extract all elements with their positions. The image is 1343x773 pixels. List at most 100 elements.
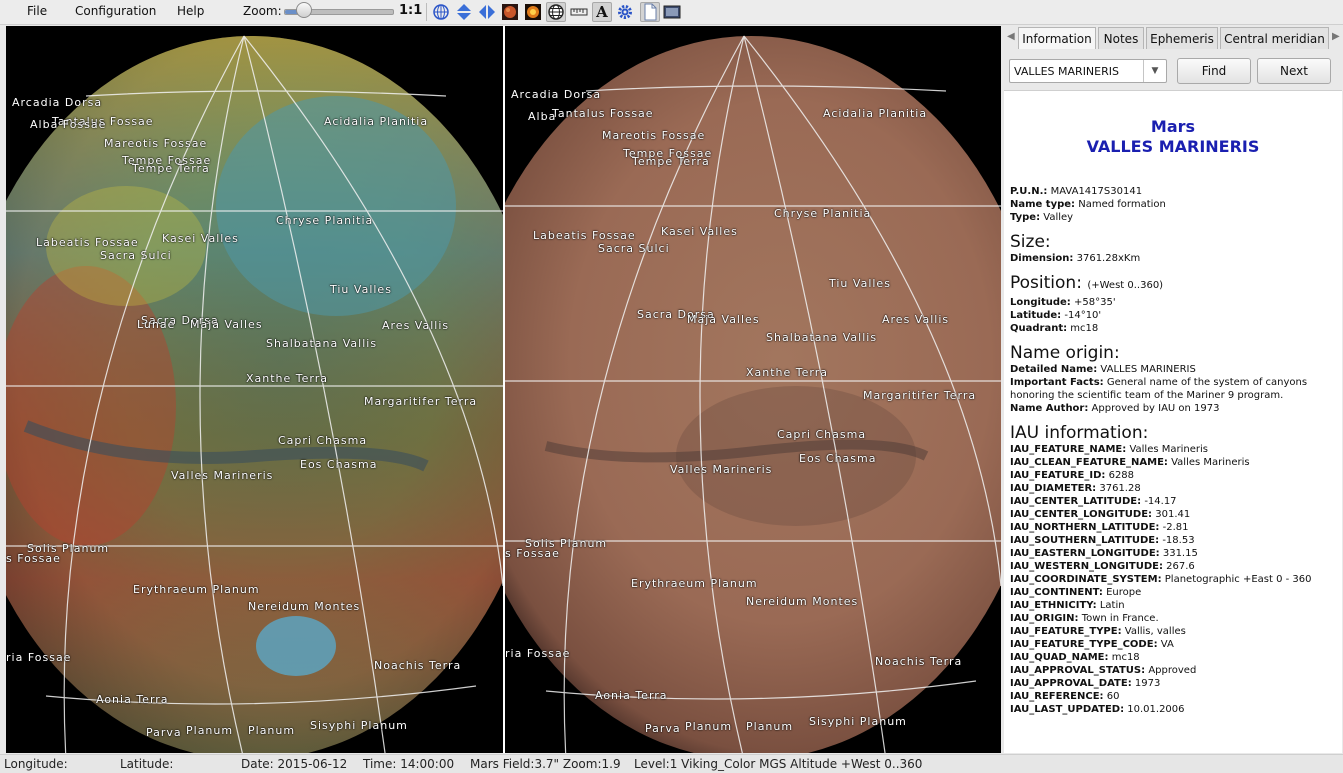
globe-label[interactable]: Aonia Terra	[595, 689, 668, 702]
mars-texture-icon[interactable]	[500, 2, 520, 22]
globe-label[interactable]: Chryse Planitia	[276, 214, 373, 227]
globe-label[interactable]: Chryse Planitia	[774, 207, 871, 220]
find-button[interactable]: Find	[1177, 58, 1251, 84]
globe-label[interactable]: Planum	[248, 724, 295, 737]
globe-label[interactable]: Parva	[146, 726, 182, 739]
globe-label[interactable]: Tempe Terra	[632, 155, 710, 168]
globe-label[interactable]: Mareotis Fossae	[104, 137, 207, 150]
iau-key: IAU_FEATURE_NAME:	[1010, 444, 1127, 455]
globe-label[interactable]: Ares Vallis	[882, 313, 949, 326]
globe-label[interactable]: Planum	[685, 720, 732, 733]
iau-key: IAU_LAST_UPDATED:	[1010, 704, 1125, 715]
iau-row: IAU_REFERENCE: 60	[1010, 690, 1336, 703]
globe-label[interactable]: Margaritifer Terra	[863, 389, 976, 402]
iau-key: IAU_COORDINATE_SYSTEM:	[1010, 574, 1162, 585]
globe-label[interactable]: ria Fossae	[505, 647, 570, 660]
globe-label[interactable]: Arcadia Dorsa	[12, 96, 102, 109]
globe-label[interactable]: Noachis Terra	[875, 655, 962, 668]
iau-value: Latin	[1099, 600, 1125, 611]
iau-value: -14.17	[1144, 496, 1177, 507]
gear-icon[interactable]	[615, 2, 635, 22]
globe-label[interactable]: Labeatis Fossae	[533, 229, 636, 242]
globe-label[interactable]: Capri Chasma	[278, 434, 367, 447]
globe-label[interactable]: Tiu Valles	[829, 277, 891, 290]
globe-label[interactable]: Mareotis Fossae	[602, 129, 705, 142]
globe-label[interactable]: Alba	[528, 110, 556, 123]
iau-header: IAU information:	[1010, 423, 1149, 443]
globe-label[interactable]: Acidalia Planitia	[324, 115, 428, 128]
globe-label[interactable]: Maja Valles	[190, 318, 263, 331]
ruler-icon[interactable]	[569, 2, 589, 22]
iau-value: 301.41	[1155, 509, 1191, 520]
globe-label[interactable]: Margaritifer Terra	[364, 395, 477, 408]
next-button[interactable]: Next	[1257, 58, 1331, 84]
flip-horizontal-icon[interactable]	[477, 2, 497, 22]
text-icon[interactable]: A	[592, 2, 612, 22]
tab-notes[interactable]: Notes	[1098, 27, 1144, 49]
globe-label[interactable]: Sisyphi Planum	[310, 719, 408, 732]
zoom-slider-thumb[interactable]	[296, 2, 312, 18]
globe-label[interactable]: Lunae	[137, 318, 175, 331]
menu-help[interactable]: Help	[177, 4, 204, 18]
iau-row: IAU_FEATURE_NAME: Valles Marineris	[1010, 443, 1336, 456]
iau-value: Valles Marineris	[1171, 457, 1250, 468]
globe-label[interactable]: Tiu Valles	[330, 283, 392, 296]
globe-label[interactable]: Labeatis Fossae	[36, 236, 139, 249]
page-icon[interactable]	[640, 2, 660, 22]
globe-label[interactable]: Valles Marineris	[171, 469, 273, 482]
globe-label[interactable]: Nereidum Montes	[248, 600, 360, 613]
screenshot-icon[interactable]	[662, 2, 682, 22]
tab-central-meridian[interactable]: Central meridian	[1220, 27, 1329, 49]
globe-label[interactable]: Acidalia Planitia	[823, 107, 927, 120]
globe-label[interactable]: Shalbatana Vallis	[266, 337, 377, 350]
globe-label[interactable]: Ares Vallis	[382, 319, 449, 332]
globe-grid-icon[interactable]	[431, 2, 451, 22]
globe-label[interactable]: Xanthe Terra	[246, 372, 328, 385]
globe-label[interactable]: Sacra Sulci	[598, 242, 670, 255]
globe-label[interactable]: Alba Fossae	[30, 118, 106, 131]
globe-label[interactable]: Tempe Terra	[132, 162, 210, 175]
globe-label[interactable]: Capri Chasma	[777, 428, 866, 441]
feature-combo-value: VALLES MARINERIS	[1014, 65, 1119, 78]
globe-label[interactable]: Tantalus Fossae	[552, 107, 654, 120]
tab-information[interactable]: Information	[1018, 27, 1096, 49]
tab-scroll-left-icon[interactable]: ◀	[1007, 31, 1015, 42]
globe-label[interactable]: ria Fossae	[6, 651, 71, 664]
iau-value: 331.15	[1162, 548, 1198, 559]
globe-icon[interactable]	[546, 2, 566, 22]
globe-label[interactable]: Nereidum Montes	[746, 595, 858, 608]
globe-label[interactable]: Sacra Sulci	[100, 249, 172, 262]
flip-vertical-icon[interactable]	[454, 2, 474, 22]
globe-label[interactable]: Planum	[746, 720, 793, 733]
globe-label[interactable]: Maja Valles	[687, 313, 760, 326]
tab-ephemeris[interactable]: Ephemeris	[1146, 27, 1218, 49]
globe-label[interactable]: Eos Chasma	[300, 458, 378, 471]
globe-label[interactable]: Erythraeum Planum	[133, 583, 260, 596]
feature-combo[interactable]: VALLES MARINERIS ▼	[1009, 59, 1167, 83]
globe-label[interactable]: Sisyphi Planum	[809, 715, 907, 728]
menu-configuration[interactable]: Configuration	[75, 4, 156, 18]
globe-label[interactable]: Aonia Terra	[96, 693, 169, 706]
globe-label[interactable]: Planum	[186, 724, 233, 737]
globe-label[interactable]: Parva	[645, 722, 681, 735]
globe-label[interactable]: Kasei Valles	[162, 232, 239, 245]
status-bar: Longitude: Latitude: Date: 2015-06-12 Ti…	[0, 754, 1343, 773]
globe-label[interactable]: Kasei Valles	[661, 225, 738, 238]
globe-viewer[interactable]: Arcadia Dorsa Tantalus Fossae Alba Fossa…	[6, 26, 1001, 753]
iau-key: IAU_FEATURE_TYPE_CODE:	[1010, 639, 1158, 650]
globe-label[interactable]: Shalbatana Vallis	[766, 331, 877, 344]
globe-label[interactable]: Erythraeum Planum	[631, 577, 758, 590]
sun-texture-icon[interactable]	[523, 2, 543, 22]
menu-file[interactable]: File	[27, 4, 47, 18]
chevron-down-icon[interactable]: ▼	[1143, 60, 1166, 82]
globe-label[interactable]: Eos Chasma	[799, 452, 877, 465]
tab-scroll-right-icon[interactable]: ▶	[1332, 31, 1340, 42]
iau-row: IAU_EASTERN_LONGITUDE: 331.15	[1010, 547, 1336, 560]
globe-label[interactable]: Arcadia Dorsa	[511, 88, 601, 101]
globe-label[interactable]: s Fossae	[505, 547, 560, 560]
globe-label[interactable]: s Fossae	[6, 552, 61, 565]
iau-key: IAU_QUAD_NAME:	[1010, 652, 1109, 663]
globe-label[interactable]: Noachis Terra	[374, 659, 461, 672]
globe-label[interactable]: Xanthe Terra	[746, 366, 828, 379]
globe-label[interactable]: Valles Marineris	[670, 463, 772, 476]
